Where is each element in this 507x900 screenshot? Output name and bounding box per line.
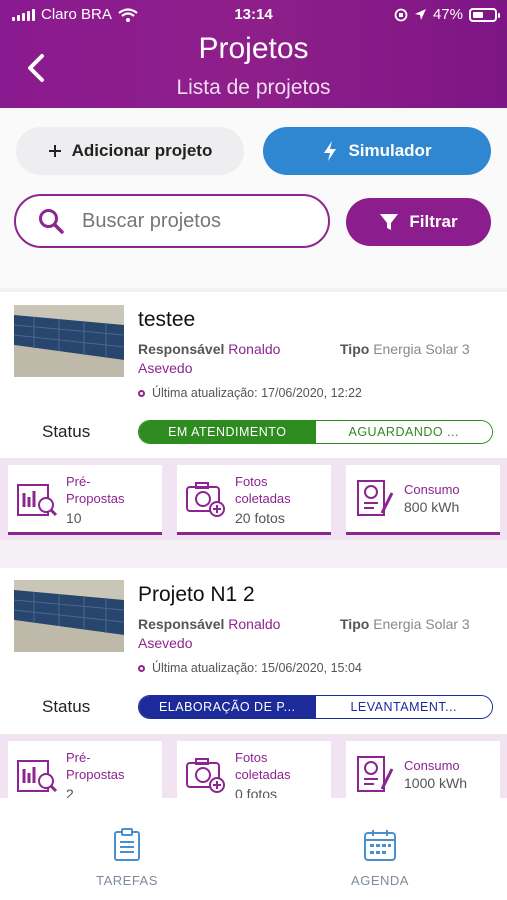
project-card[interactable]: testee Responsável Ronaldo Asevedo Tipo … [0,292,507,540]
stat-value: 1000 kWh [404,775,468,791]
project-list[interactable]: Adicionar projeto Simulador Filtrar test… [0,108,507,798]
project-stats: Pré- Propostas 2 Fotos coletadas 0 fotos C… [0,734,507,798]
tab-tarefas[interactable]: TAREFAS [57,828,197,898]
plus-icon [48,145,61,157]
bullet-icon [138,664,145,672]
calendar-icon [364,830,396,861]
stat-pre-propostas[interactable]: Pré- Propostas 2 [8,741,162,798]
last-updated: Última atualização: 15/06/2020, 15:04 [138,661,362,675]
responsavel-value: Ronaldo [228,341,281,357]
tab-agenda-label: AGENDA [351,873,409,888]
battery-percent: 47% [432,6,463,23]
responsavel-value: Ronaldo [228,616,281,632]
stat-name-line2: coletadas [235,491,291,506]
filter-label: Filtrar [409,212,458,231]
project-name: testee [138,308,196,331]
responsavel-label: Responsável [138,341,225,357]
responsavel-info: Responsável Ronaldo Asevedo [138,340,280,378]
stat-fotos[interactable]: Fotos coletadas 0 fotos [177,741,331,798]
tipo-info: Tipo Energia Solar 3 [340,340,470,359]
status-label: Status [42,697,91,716]
page-title: Projetos [198,32,309,65]
status-current: ELABORAÇÃO DE P... [139,696,316,718]
last-updated-text: Última atualização: 17/06/2020, 12:22 [152,386,362,400]
last-updated: Última atualização: 17/06/2020, 12:22 [138,386,362,400]
lightning-icon [324,141,337,161]
stat-name-line1: Fotos [235,750,268,765]
app-header: Claro BRA 13:14 47% Projetos Lista de pr… [0,0,507,108]
stat-name: Pré- Propostas [66,749,125,783]
stat-name-line2: Propostas [66,491,125,506]
stat-name: Pré- Propostas [66,473,125,507]
tab-bar: TAREFAS AGENDA [0,798,507,900]
stat-value: 10 [66,510,82,526]
stat-value: 20 fotos [235,510,285,526]
status-pill[interactable]: EM ATENDIMENTO AGUARDANDO ... [138,420,493,444]
last-updated-text: Última atualização: 15/06/2020, 15:04 [152,661,362,675]
project-photo [14,580,124,652]
stat-pre-propostas[interactable]: Pré- Propostas 10 [8,465,162,535]
responsavel-value-cont: Asevedo [138,360,193,376]
stat-consumo[interactable]: Consumo 800 kWh [346,465,500,535]
battery-icon [469,7,500,22]
page-subtitle: Lista de projetos [176,76,331,99]
location-icon [414,9,426,20]
search-input[interactable] [82,209,292,233]
search-box[interactable] [14,194,330,248]
filter-button[interactable]: Filtrar [346,198,491,246]
project-card[interactable]: Projeto N1 2 Responsável Ronaldo Asevedo… [0,568,507,798]
tab-tarefas-label: TAREFAS [96,873,158,888]
stat-name: Fotos coletadas [235,473,291,507]
tipo-label: Tipo [340,616,370,632]
stat-name-line2: coletadas [235,767,291,782]
status-label: Status [42,422,91,441]
responsavel-value-cont: Asevedo [138,635,193,651]
stat-name-line1: Fotos [235,474,268,489]
project-stats: Pré- Propostas 10 Fotos coletadas 20 fotos… [0,458,507,540]
bill-icon [357,480,394,516]
orientation-lock-icon [394,8,408,21]
status-current: EM ATENDIMENTO [139,421,316,443]
simulator-button[interactable]: Simulador [263,127,491,175]
responsavel-info: Responsável Ronaldo Asevedo [138,615,280,653]
actions-panel: Adicionar projeto Simulador Filtrar [0,108,507,288]
proposal-icon [17,484,58,517]
camera-icon [186,758,225,793]
clipboard-icon [114,828,140,861]
status-pill[interactable]: ELABORAÇÃO DE P... LEVANTAMENT... [138,695,493,719]
add-project-label: Adicionar projeto [71,141,213,160]
status-bar: Claro BRA 13:14 47% [0,0,507,28]
stat-name-line1: Pré- [66,750,91,765]
bill-icon [357,756,394,792]
stat-value: 800 kWh [404,499,460,515]
stat-name: Consumo [404,482,460,497]
funnel-icon [380,214,399,230]
stat-consumo[interactable]: Consumo 1000 kWh [346,741,500,798]
stat-name: Consumo [404,758,460,773]
bullet-icon [138,389,145,397]
status-next: AGUARDANDO ... [315,421,492,443]
tipo-value: Energia Solar 3 [373,616,470,632]
project-photo [14,305,124,377]
responsavel-label: Responsável [138,616,225,632]
stat-name-line1: Pré- [66,474,91,489]
proposal-icon [17,760,58,793]
tipo-info: Tipo Energia Solar 3 [340,615,470,634]
camera-icon [186,482,225,517]
status-next: LEVANTAMENT... [315,696,492,718]
tipo-value: Energia Solar 3 [373,341,470,357]
search-icon [39,209,64,234]
stat-value: 2 [66,786,74,798]
tipo-label: Tipo [340,341,370,357]
stat-name-line2: Propostas [66,767,125,782]
simulator-label: Simulador [348,141,432,160]
stat-fotos[interactable]: Fotos coletadas 20 fotos [177,465,331,535]
stat-name: Fotos coletadas [235,749,291,783]
add-project-button[interactable]: Adicionar projeto [16,127,244,175]
project-name: Projeto N1 2 [138,583,255,606]
stat-value: 0 fotos [235,786,278,798]
tab-agenda[interactable]: AGENDA [310,828,450,898]
